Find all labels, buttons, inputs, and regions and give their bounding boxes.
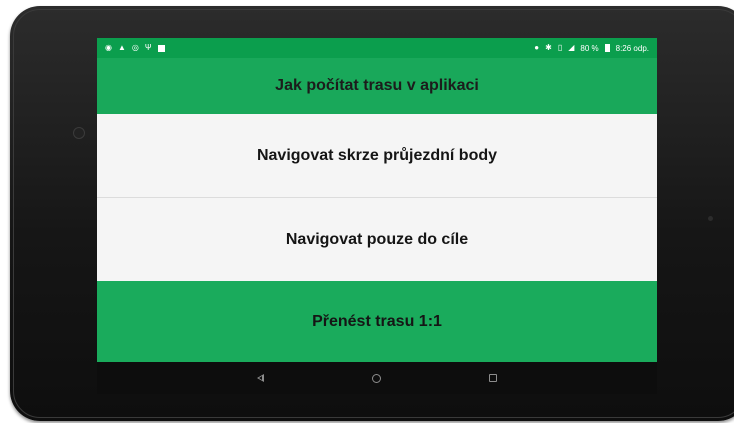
transfer-route-button[interactable]: Přenést trasu 1:1: [97, 281, 657, 362]
page-title: Jak počítat trasu v aplikaci: [275, 77, 479, 94]
bluetooth-icon: ✱: [545, 43, 552, 52]
location-icon: ●: [534, 43, 540, 52]
light-sensor: [708, 216, 713, 221]
navigate-via-waypoints-label: Navigovat skrze průjezdní body: [256, 146, 498, 164]
image-icon: [157, 44, 165, 52]
sync-icon: ◎: [131, 43, 139, 52]
warning-icon: ▲: [117, 43, 126, 52]
eye-icon: ◉: [105, 43, 112, 52]
usb-icon: Ψ: [144, 43, 152, 52]
clock: 8:26 odp.: [615, 43, 649, 53]
navigate-to-destination-label: Navigovat pouze do cíle: [285, 230, 469, 248]
navigate-via-waypoints-button[interactable]: Navigovat skrze průjezdní body: [97, 114, 657, 198]
system-nav-bar: [97, 362, 657, 394]
app-header: Jak počítat trasu v aplikaci: [97, 58, 657, 114]
back-icon[interactable]: [257, 374, 264, 382]
front-camera: [73, 127, 85, 139]
status-right-icons: ● ✱ ▯ ◢ 80 % 8:26 odp.: [534, 44, 649, 53]
vibrate-icon: ▯: [557, 43, 563, 52]
signal-icon: ◢: [568, 43, 575, 52]
battery-icon: [604, 44, 610, 52]
recents-icon[interactable]: [489, 374, 497, 382]
home-icon[interactable]: [372, 373, 381, 383]
transfer-route-label: Přenést trasu 1:1: [312, 312, 442, 330]
navigate-to-destination-button[interactable]: Navigovat pouze do cíle: [97, 198, 657, 281]
app-screen: ◉ ▲ ◎ Ψ ● ✱ ▯ ◢ 80 % 8:26 odp. Jak počít…: [97, 38, 657, 394]
battery-percent: 80 %: [580, 43, 599, 53]
status-bar: ◉ ▲ ◎ Ψ ● ✱ ▯ ◢ 80 % 8:26 odp.: [97, 38, 657, 58]
status-left-icons: ◉ ▲ ◎ Ψ: [105, 44, 165, 52]
